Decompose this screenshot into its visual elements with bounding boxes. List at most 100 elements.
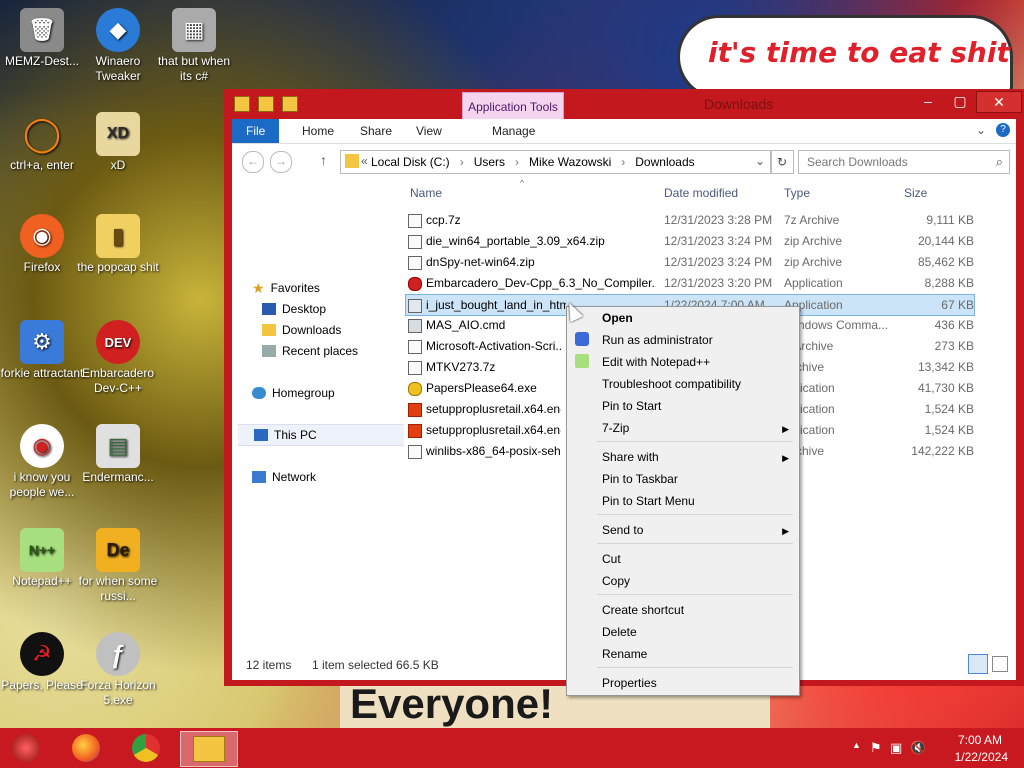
column-header-date[interactable]: Date modified xyxy=(664,186,738,200)
menu-item-7zip[interactable]: 7-Zip xyxy=(602,418,792,438)
desktop-icon-ctrl-a[interactable]: ◯ ctrl+a, enter xyxy=(0,112,84,173)
menu-item-properties[interactable]: Properties xyxy=(602,673,657,693)
submenu-arrow-icon: ▶ xyxy=(782,453,789,463)
chevron-right-icon[interactable]: › xyxy=(515,155,519,169)
desktop-icon-notepadpp[interactable]: N++ Notepad++ xyxy=(0,528,84,589)
close-button[interactable]: ✕ xyxy=(976,91,1022,113)
column-header-type[interactable]: Type xyxy=(784,186,810,200)
menu-item-open[interactable]: Open xyxy=(602,308,633,328)
nav-recent-places[interactable]: Recent places xyxy=(262,341,358,361)
menu-item-pin-to-start-menu[interactable]: Pin to Start Menu xyxy=(602,491,695,511)
tab-file[interactable]: File xyxy=(232,119,280,143)
help-icon[interactable]: ? xyxy=(996,123,1010,137)
desktop-icon-firefox[interactable]: ◉ Firefox xyxy=(0,214,84,275)
menu-item-cut[interactable]: Cut xyxy=(602,549,621,569)
network-icon[interactable]: ▣ xyxy=(890,740,902,756)
menu-item-rename[interactable]: Rename xyxy=(602,644,647,664)
nav-downloads[interactable]: Downloads xyxy=(262,320,341,340)
search-icon[interactable]: ⌕ xyxy=(996,154,1003,170)
tab-view[interactable]: View xyxy=(402,119,456,143)
desktop-icon-xd[interactable]: XD xD xyxy=(76,112,160,173)
tab-share[interactable]: Share xyxy=(346,119,406,143)
chevron-down-icon[interactable]: ⌄ xyxy=(755,154,765,168)
menu-item-create-shortcut[interactable]: Create shortcut xyxy=(602,600,684,620)
speaker-muted-icon[interactable]: 🔇 xyxy=(910,740,926,756)
desktop-icon-memz[interactable]: 🗑 MEMZ-Dest... xyxy=(0,8,84,69)
breadcrumb-item[interactable]: Downloads xyxy=(635,155,694,169)
desktop-icon-forkie[interactable]: ⚙ forkie attractant xyxy=(0,320,84,381)
desktop-icon xyxy=(262,303,276,315)
large-icons-view-icon[interactable] xyxy=(992,656,1008,672)
desktop-icon-csharp[interactable]: ▦ that but when its c# xyxy=(152,8,236,84)
nav-desktop[interactable]: Desktop xyxy=(262,299,326,319)
taskbar-file-explorer[interactable] xyxy=(180,731,238,767)
file-row[interactable]: ccp.7z 12/31/2023 3:28 PM 7z Archive 9,1… xyxy=(406,210,974,230)
maximize-button[interactable]: ▢ xyxy=(946,91,974,111)
menu-item-troubleshoot[interactable]: Troubleshoot compatibility xyxy=(602,374,741,394)
breadcrumb-item[interactable]: Users xyxy=(474,155,505,169)
address-bar[interactable]: « Local Disk (C:) › Users › Mike Wazowsk… xyxy=(340,150,772,174)
show-hidden-icons-icon[interactable]: ▲ xyxy=(852,740,861,750)
desktop-icon-russi[interactable]: De for when some russi... xyxy=(76,528,160,604)
desktop-icon-popcap[interactable]: ▮ the popcap shit xyxy=(76,214,160,275)
desktop-icon-forza[interactable]: ƒ Forza Horizon 5.exe xyxy=(76,632,160,708)
new-folder-icon[interactable] xyxy=(282,96,298,112)
desktop-icon-devcpp[interactable]: DEV Embarcadero Dev-C++ xyxy=(76,320,160,396)
menu-item-delete[interactable]: Delete xyxy=(602,622,637,642)
details-view-icon[interactable] xyxy=(968,654,988,674)
column-header-size[interactable]: Size xyxy=(904,186,927,200)
title-bar[interactable]: Application Tools Downloads – ▢ ✕ xyxy=(224,89,1024,122)
search-input[interactable]: Search Downloads ⌕ xyxy=(798,150,1010,174)
tab-manage[interactable]: Manage xyxy=(478,119,549,143)
taskbar-firefox[interactable] xyxy=(64,731,108,765)
up-arrow-icon[interactable]: ↑ xyxy=(320,152,327,168)
tab-home[interactable]: Home xyxy=(288,119,348,143)
nav-network[interactable]: Network xyxy=(252,467,316,487)
forward-button[interactable]: → xyxy=(270,151,292,173)
start-button[interactable] xyxy=(4,731,48,765)
breadcrumb-overflow[interactable]: « xyxy=(361,154,368,168)
breadcrumb-item[interactable]: Mike Wazowski xyxy=(529,155,611,169)
file-name: MAS_AIO.cmd xyxy=(426,318,506,332)
desktop-icon-winaero[interactable]: ◆ Winaero Tweaker xyxy=(76,8,160,84)
refresh-button[interactable]: ↻ xyxy=(770,150,794,174)
nav-favorites[interactable]: ★ Favorites xyxy=(252,278,320,298)
file-row[interactable]: Embarcadero_Dev-Cpp_6.3_No_Compiler... 1… xyxy=(406,273,974,293)
clock-time[interactable]: 7:00 AM xyxy=(958,733,1002,747)
clock-date[interactable]: 1/22/2024 xyxy=(955,750,1008,764)
nav-homegroup[interactable]: Homegroup xyxy=(252,383,335,403)
minimize-button[interactable]: – xyxy=(914,91,942,111)
chevron-down-icon[interactable]: ⌄ xyxy=(976,123,986,137)
properties-icon[interactable] xyxy=(258,96,274,112)
desktop-icon-chrome-shortcut[interactable]: ◉ i know you people we... xyxy=(0,424,84,500)
file-name: PapersPlease64.exe xyxy=(426,381,537,395)
nav-this-pc[interactable]: This PC xyxy=(238,424,404,446)
menu-item-edit-notepadpp[interactable]: Edit with Notepad++ xyxy=(602,352,710,372)
taskbar-chrome[interactable] xyxy=(124,731,168,765)
menu-item-pin-to-start[interactable]: Pin to Start xyxy=(602,396,661,416)
menu-item-run-as-administrator[interactable]: Run as administrator xyxy=(602,330,713,350)
folder-icon[interactable] xyxy=(234,96,250,112)
chevron-right-icon[interactable]: › xyxy=(460,155,464,169)
menu-item-send-to[interactable]: Send to xyxy=(602,520,643,540)
breadcrumb: Local Disk (C:) › Users › Mike Wazowski … xyxy=(371,155,705,169)
file-name: ccp.7z xyxy=(426,213,461,227)
firefox-icon: ◉ xyxy=(20,214,64,258)
application-tools-tab[interactable]: Application Tools xyxy=(462,92,564,122)
menu-item-copy[interactable]: Copy xyxy=(602,571,630,591)
menu-item-share-with[interactable]: Share with xyxy=(602,447,659,467)
winaero-icon: ◆ xyxy=(96,8,140,52)
menu-item-pin-to-taskbar[interactable]: Pin to Taskbar xyxy=(602,469,678,489)
chevron-right-icon[interactable]: › xyxy=(621,155,625,169)
breadcrumb-item[interactable]: Local Disk (C:) xyxy=(371,155,450,169)
desktop-icon-papers-please[interactable]: ☭ Papers, Please xyxy=(0,632,84,693)
address-row: ← → ↑ « Local Disk (C:) › Users › Mike W… xyxy=(232,144,1016,178)
back-button[interactable]: ← xyxy=(242,151,264,173)
file-row[interactable]: dnSpy-net-win64.zip 12/31/2023 3:24 PM z… xyxy=(406,252,974,272)
file-row[interactable]: die_win64_portable_3.09_x64.zip 12/31/20… xyxy=(406,231,974,251)
application-file-icon xyxy=(408,299,422,313)
column-header-name[interactable]: Name xyxy=(410,186,442,200)
desktop-icon-enderman[interactable]: ▤ Endermanc... xyxy=(76,424,160,485)
flag-icon[interactable]: ⚑ xyxy=(870,740,882,756)
papers-please-icon: ☭ xyxy=(20,632,64,676)
